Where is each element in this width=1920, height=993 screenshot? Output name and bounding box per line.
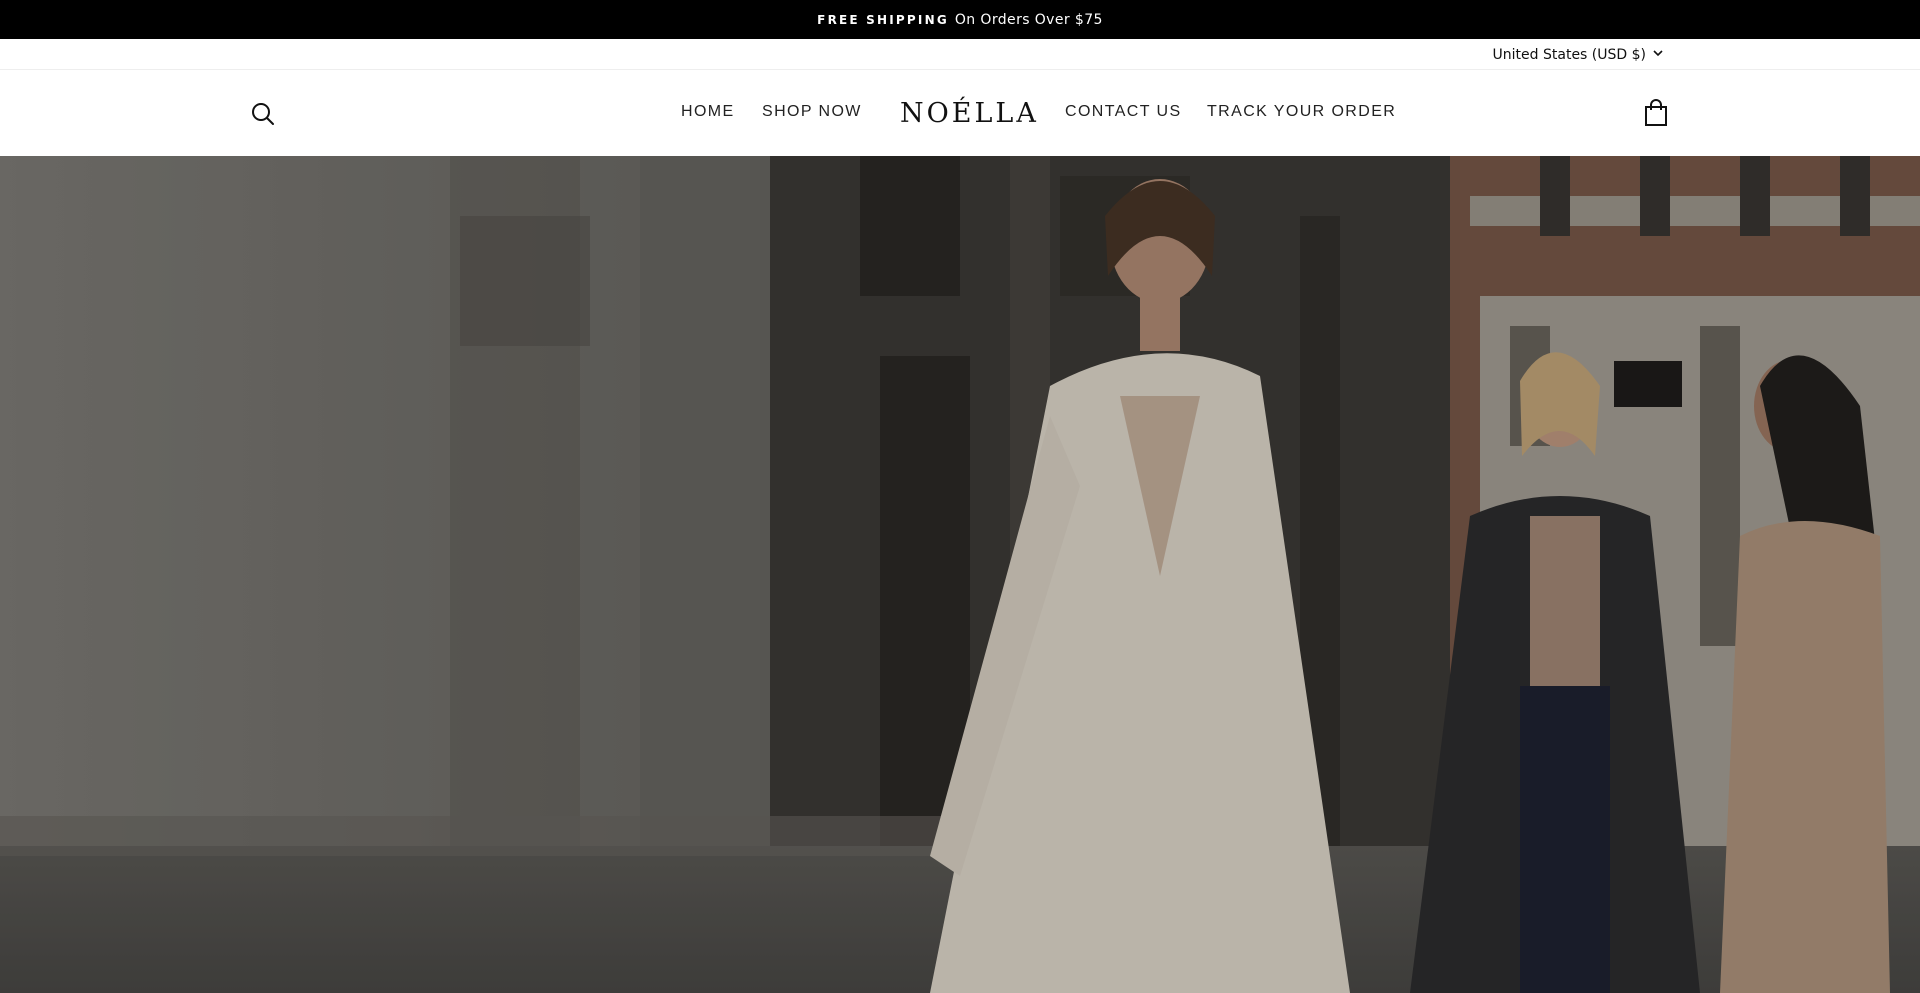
nav-track-order[interactable]: TRACK YOUR ORDER bbox=[1207, 103, 1396, 121]
announcement-highlight: FREE SHIPPING bbox=[817, 12, 949, 27]
site-header: HOME SHOP NOW NOÉLLA CONTACT US TRACK YO… bbox=[0, 70, 1920, 156]
nav-shop-now[interactable]: SHOP NOW bbox=[762, 103, 862, 121]
announcement-text: On Orders Over $75 bbox=[954, 11, 1103, 28]
chevron-down-icon bbox=[1652, 47, 1664, 63]
country-currency-label: United States (USD $) bbox=[1492, 47, 1646, 63]
bag-icon bbox=[1645, 99, 1667, 126]
hero-overlay bbox=[0, 156, 1920, 993]
country-currency-selector[interactable]: United States (USD $) bbox=[1493, 46, 1664, 64]
locale-bar: United States (USD $) bbox=[0, 39, 1920, 70]
cart-button[interactable] bbox=[1643, 99, 1669, 127]
nav-contact-us[interactable]: CONTACT US bbox=[1065, 103, 1182, 121]
search-button[interactable] bbox=[250, 101, 276, 127]
search-icon bbox=[252, 103, 274, 125]
brand-logo[interactable]: NOÉLLA bbox=[900, 98, 1039, 129]
nav-home[interactable]: HOME bbox=[681, 103, 735, 121]
announcement-bar: FREE SHIPPING On Orders Over $75 bbox=[0, 0, 1920, 39]
hero-image[interactable] bbox=[0, 156, 1920, 993]
